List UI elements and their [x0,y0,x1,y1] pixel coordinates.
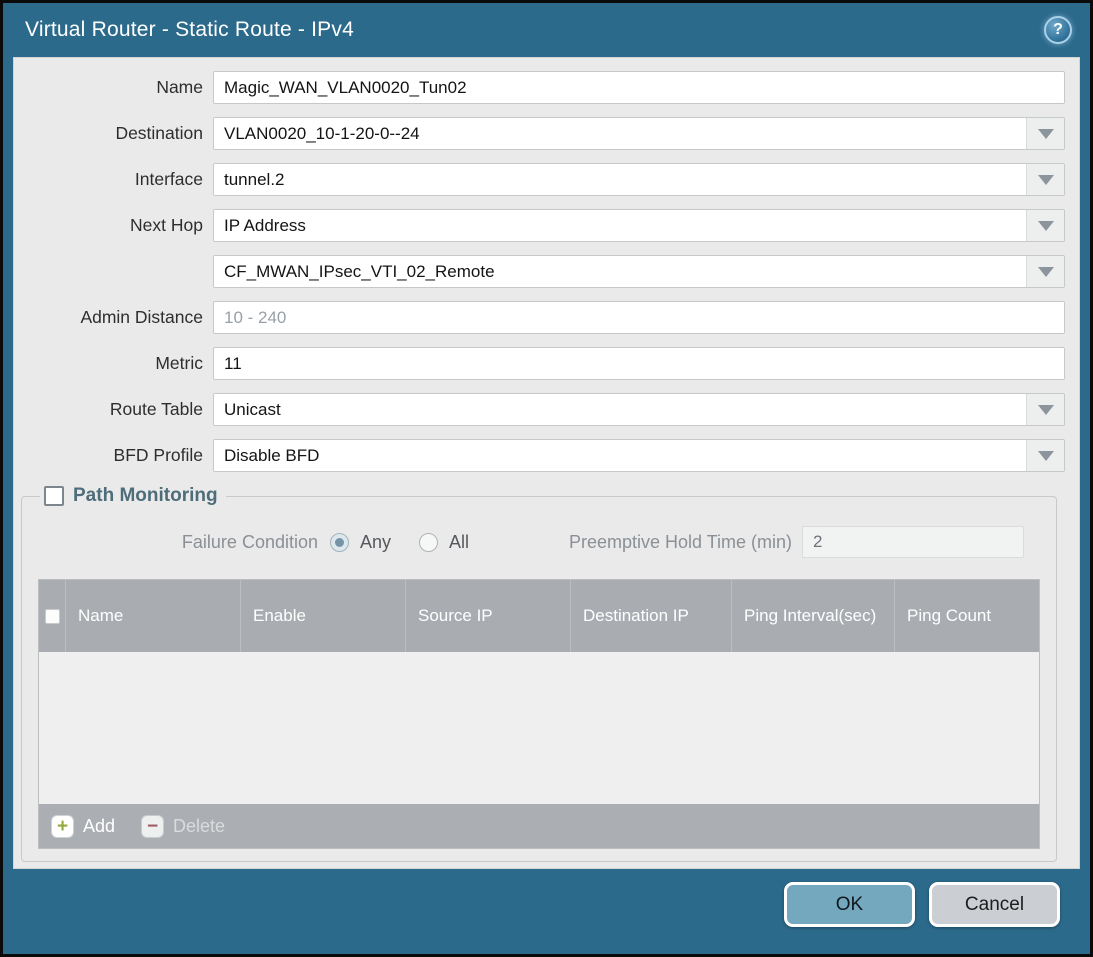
path-monitoring-checkbox[interactable] [44,486,64,506]
form-row-metric: Metric [14,347,1065,380]
chevron-down-icon [1038,451,1054,461]
chevron-down-icon [1038,221,1054,231]
column-header-name: Name [65,580,240,652]
destination-label: Destination [14,123,213,144]
route-table-input[interactable] [214,394,1026,425]
next-hop-label: Next Hop [14,215,213,236]
interface-input[interactable] [214,164,1026,195]
select-all-checkbox[interactable] [45,609,60,624]
form-row-next-hop: Next Hop [14,209,1065,242]
preemptive-hold-time-label: Preemptive Hold Time (min) [569,532,802,553]
column-header-ping-count: Ping Count [894,580,1039,652]
next-hop-address-input[interactable] [214,256,1026,287]
interface-label: Interface [14,169,213,190]
radio-all-icon[interactable] [419,533,438,552]
failure-condition-all-option[interactable]: All [419,532,469,553]
chevron-down-icon [1038,129,1054,139]
chevron-down-icon [1038,405,1054,415]
next-hop-address-dropdown-button[interactable] [1026,256,1064,287]
static-route-dialog: Virtual Router - Static Route - IPv4 ? N… [0,0,1093,957]
table-header: Name Enable Source IP Destination IP Pin… [39,580,1039,652]
dialog-content: Name Destination Interface [13,57,1080,869]
bfd-profile-dropdown-button[interactable] [1026,440,1064,471]
path-monitoring-title: Path Monitoring [73,485,218,507]
column-header-ping-interval: Ping Interval(sec) [731,580,894,652]
failure-condition-row: Failure Condition Any All Preemptive Hol… [38,525,1024,559]
metric-input[interactable] [213,347,1065,380]
next-hop-type-dropdown-button[interactable] [1026,210,1064,241]
path-monitoring-table: Name Enable Source IP Destination IP Pin… [38,579,1040,849]
form-row-admin-distance: Admin Distance [14,301,1065,334]
metric-label: Metric [14,353,213,374]
failure-condition-label: Failure Condition [38,532,330,553]
form-row-route-table: Route Table [14,393,1065,426]
bfd-profile-combo [213,439,1065,472]
minus-icon: − [141,815,164,838]
path-monitoring-legend: Path Monitoring [40,485,226,507]
titlebar: Virtual Router - Static Route - IPv4 ? [3,3,1090,57]
table-body-empty [39,652,1039,804]
name-input[interactable] [213,71,1065,104]
next-hop-address-combo [213,255,1065,288]
dialog-title: Virtual Router - Static Route - IPv4 [25,18,1044,42]
bfd-profile-label: BFD Profile [14,445,213,466]
table-toolbar: + Add − Delete [39,804,1039,848]
name-label: Name [14,77,213,98]
destination-dropdown-button[interactable] [1026,118,1064,149]
column-header-destination-ip: Destination IP [570,580,731,652]
help-icon[interactable]: ? [1044,16,1072,44]
dialog-footer: OK Cancel [3,869,1090,954]
failure-condition-any-option[interactable]: Any [330,532,391,553]
ok-button[interactable]: OK [784,882,915,927]
admin-distance-label: Admin Distance [14,307,213,328]
destination-combo [213,117,1065,150]
add-button[interactable]: + Add [51,815,115,838]
path-monitoring-section: Path Monitoring Failure Condition Any Al… [21,485,1057,862]
bfd-profile-input[interactable] [214,440,1026,471]
form-row-interface: Interface [14,163,1065,196]
column-header-source-ip: Source IP [405,580,570,652]
radio-any-label: Any [360,532,391,553]
destination-input[interactable] [214,118,1026,149]
interface-combo [213,163,1065,196]
column-header-enable: Enable [240,580,405,652]
form-row-bfd-profile: BFD Profile [14,439,1065,472]
admin-distance-input[interactable] [213,301,1065,334]
form-row-next-hop-address [14,255,1065,288]
next-hop-type-input[interactable] [214,210,1026,241]
add-button-label: Add [83,816,115,837]
route-table-dropdown-button[interactable] [1026,394,1064,425]
delete-button-label: Delete [173,816,225,837]
chevron-down-icon [1038,267,1054,277]
next-hop-type-combo [213,209,1065,242]
preemptive-hold-time-input[interactable] [802,526,1024,558]
radio-any-icon[interactable] [330,533,349,552]
radio-all-label: All [449,532,469,553]
route-table-combo [213,393,1065,426]
form-row-destination: Destination [14,117,1065,150]
delete-button[interactable]: − Delete [141,815,225,838]
interface-dropdown-button[interactable] [1026,164,1064,195]
cancel-button[interactable]: Cancel [929,882,1060,927]
chevron-down-icon [1038,175,1054,185]
plus-icon: + [51,815,74,838]
select-all-cell [39,580,65,652]
route-table-label: Route Table [14,399,213,420]
form-row-name: Name [14,71,1065,104]
